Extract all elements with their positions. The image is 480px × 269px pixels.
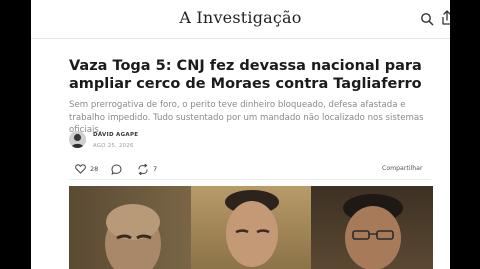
avatar-image <box>69 131 86 148</box>
top-bar: A Investigação <box>31 0 450 39</box>
divider <box>69 179 431 180</box>
author-name[interactable]: DAVID AGAPE <box>93 132 138 138</box>
comment-icon <box>111 163 122 175</box>
hero-photo-collage <box>69 186 433 269</box>
restack-icon <box>138 163 148 175</box>
site-logo[interactable]: A Investigação <box>31 8 450 27</box>
restack-count: 7 <box>153 165 158 173</box>
author-avatar[interactable] <box>69 131 86 148</box>
share-button[interactable]: Compartilhar <box>382 160 423 178</box>
action-bar: 28 7 <box>69 160 431 178</box>
hero-image <box>69 186 433 269</box>
restack-button[interactable]: 7 <box>137 160 157 178</box>
share-icon[interactable] <box>441 10 450 26</box>
article-headline: Vaza Toga 5: CNJ fez devassa nacional pa… <box>69 58 422 92</box>
search-icon[interactable] <box>420 12 434 26</box>
article-subtitle: Sem prerrogativa de foro, o perito teve … <box>69 100 424 135</box>
like-button[interactable]: 28 <box>75 160 98 178</box>
heart-icon <box>75 164 86 174</box>
post-date: AGO 25, 2026 <box>93 143 134 149</box>
article-page: A Investigação Vaza Toga 5: CNJ fez deva… <box>31 0 450 269</box>
comment-button[interactable] <box>111 160 122 178</box>
like-count: 28 <box>90 165 99 173</box>
